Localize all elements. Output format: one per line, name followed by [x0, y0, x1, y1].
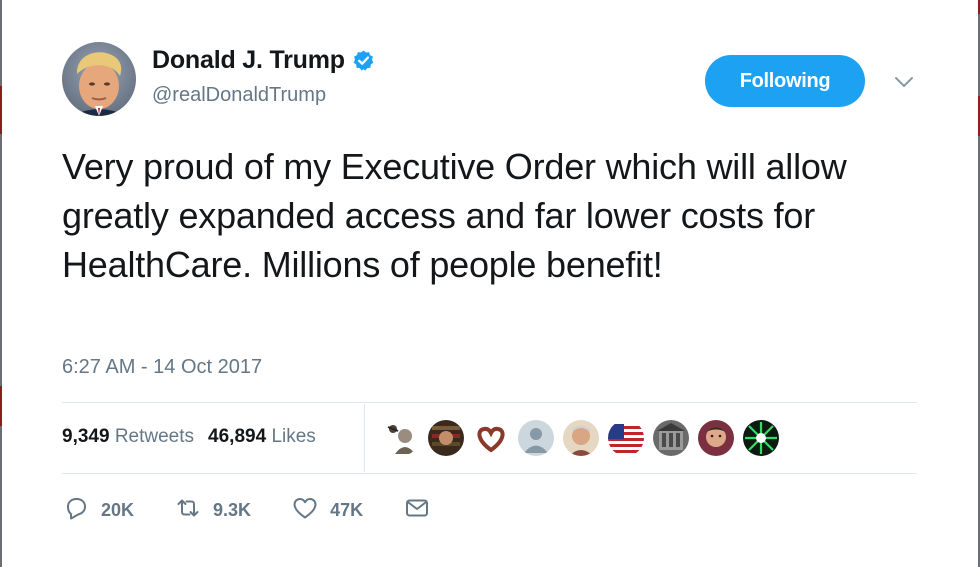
retweet-icon [174, 494, 202, 527]
liker-avatar[interactable] [698, 420, 734, 456]
reply-button[interactable]: 20K [62, 494, 134, 527]
tweet-text: Very proud of my Executive Order which w… [62, 146, 847, 285]
retweets-count: 9,349 [62, 426, 110, 447]
direct-message-icon [403, 494, 431, 527]
retweets-label: Retweets [114, 426, 195, 447]
author-name-row: Donald J. Trump [152, 46, 375, 75]
window-left-edge [0, 0, 2, 567]
liker-avatars [383, 420, 788, 456]
retweets-stat[interactable]: 9,349 Retweets [62, 426, 194, 448]
liker-avatar[interactable] [608, 420, 644, 456]
divider [62, 473, 917, 474]
likes-label: Likes [271, 426, 316, 447]
following-button[interactable]: Following [705, 55, 865, 107]
retweet-button[interactable]: 9.3K [174, 494, 251, 527]
verified-badge-icon [352, 49, 375, 72]
liker-avatar[interactable] [653, 420, 689, 456]
tweet-stats: 9,349 Retweets 46,894 Likes [62, 426, 316, 448]
liker-avatar[interactable] [428, 420, 464, 456]
heart-icon [291, 494, 319, 527]
author-display-name[interactable]: Donald J. Trump [152, 46, 345, 75]
liker-avatar[interactable] [743, 420, 779, 456]
reply-count: 20K [101, 500, 135, 520]
author-avatar[interactable] [62, 42, 136, 116]
likes-stat[interactable]: 46,894 Likes [208, 426, 316, 448]
stats-divider [364, 404, 365, 472]
tweet-timestamp[interactable]: 6:27 AM - 14 Oct 2017 [62, 356, 262, 379]
like-count: 47K [330, 500, 364, 520]
liker-avatar[interactable] [563, 420, 599, 456]
author-handle[interactable]: @realDonaldTrump [152, 84, 326, 107]
retweet-count: 9.3K [213, 500, 252, 520]
like-button[interactable]: 47K [291, 494, 363, 527]
liker-avatar[interactable] [473, 420, 509, 456]
tweet-actions: 20K 9.3K 47K [62, 494, 471, 527]
direct-message-button[interactable] [403, 494, 431, 527]
reply-icon [62, 494, 90, 527]
chevron-down-icon[interactable] [893, 74, 915, 90]
liker-avatar[interactable] [518, 420, 554, 456]
liker-avatar[interactable] [383, 420, 419, 456]
divider [62, 402, 917, 403]
likes-count: 46,894 [208, 426, 267, 447]
